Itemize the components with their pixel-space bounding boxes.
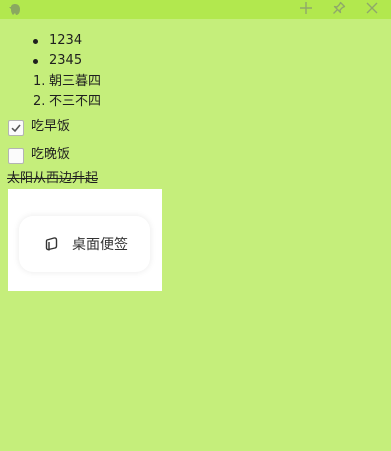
evernote-elephant-icon (8, 2, 22, 16)
bullet-item: 1234 (49, 33, 83, 48)
add-icon (299, 0, 313, 19)
embed-label: 桌面便签 (72, 237, 128, 253)
strikethrough-text: 太阳从西边升起 (7, 171, 99, 186)
bullet-marker (33, 59, 38, 64)
note-stack-icon (43, 235, 61, 253)
bullet-item: 2345 (49, 53, 83, 68)
numbered-item: 朝三暮四 (49, 74, 102, 89)
close-button[interactable] (359, 0, 385, 19)
numbered-marker: 1. (33, 74, 46, 89)
checkmark-icon (11, 124, 21, 133)
title-bar (0, 0, 391, 19)
desktop-sticky-card[interactable]: 桌面便签 (19, 216, 150, 272)
bullet-marker (33, 39, 38, 44)
pin-icon (332, 0, 346, 19)
todo-checkbox-checked[interactable] (8, 120, 24, 136)
numbered-marker: 2. (33, 94, 46, 109)
embedded-image: 桌面便签 (8, 189, 162, 291)
todo-label: 吃早饭 (31, 119, 71, 134)
close-icon (365, 0, 379, 19)
pin-button[interactable] (326, 0, 352, 19)
add-note-button[interactable] (293, 0, 319, 19)
todo-checkbox-unchecked[interactable] (8, 148, 24, 164)
todo-label: 吃晚饭 (31, 147, 71, 162)
numbered-item: 不三不四 (49, 94, 102, 109)
